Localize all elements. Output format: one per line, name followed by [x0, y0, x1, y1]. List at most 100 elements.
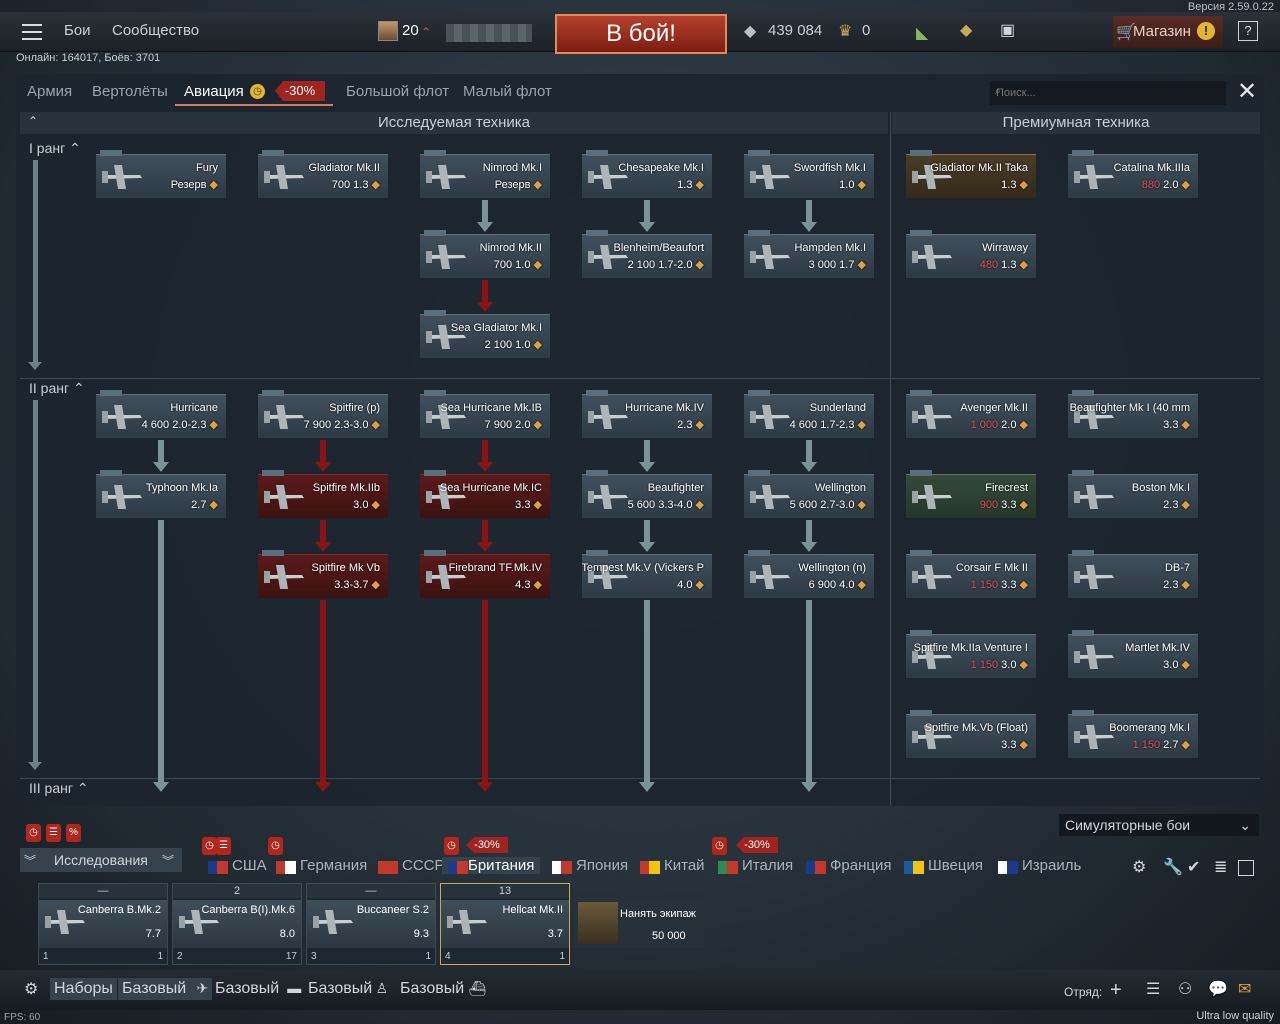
menu-battles[interactable]: Бои — [64, 22, 91, 39]
crew-vehicle-card[interactable]: Buccaneer S.2 9.3 — [307, 900, 435, 948]
vehicle-card[interactable]: Swordfish Mk.I 1.0 ◆ — [744, 154, 874, 198]
vehicle-card[interactable]: Boomerang Mk.I 1 150 2.7 ◆ — [1068, 714, 1198, 758]
tab-helicopters[interactable]: Вертолёты — [92, 83, 168, 100]
menu-icon[interactable] — [22, 24, 42, 40]
card-tab — [1072, 470, 1094, 476]
nation-tab[interactable]: Франция — [830, 857, 891, 874]
vehicle-card[interactable]: Avenger Mk.II 1 000 2.0 ◆ — [906, 394, 1036, 438]
nation-tab[interactable]: Израиль — [1022, 857, 1081, 874]
br-diamond-icon: ◆ — [371, 499, 380, 511]
preset-heli[interactable]: Базовый ♙ — [304, 978, 392, 1000]
nation-tab[interactable]: СССР — [402, 857, 445, 874]
nation-tab[interactable]: Япония — [576, 857, 628, 874]
vehicle-card[interactable]: Sea Gladiator Mk.I 2 100 1.0 ◆ — [420, 314, 550, 358]
player-name-blurred — [446, 24, 532, 42]
nation-tab[interactable]: Германия — [300, 857, 367, 874]
preset-air[interactable]: Базовый ✈ — [118, 978, 213, 1000]
discount-badge-icon: % — [66, 824, 81, 842]
tab-coastal-fleet[interactable]: Малый флот — [463, 83, 552, 100]
vehicle-card[interactable]: Firecrest 900 3.3 ◆ — [906, 474, 1036, 518]
nation-tab[interactable]: США — [232, 857, 267, 874]
vehicle-card[interactable]: Sea Hurricane Mk.IB 7 900 2.0 ◆ — [420, 394, 550, 438]
settings-gear-icon[interactable]: ⚙ — [24, 982, 38, 998]
list-icon[interactable]: ☰ — [1146, 982, 1160, 998]
vehicle-card[interactable]: Chesapeake Mk.I 1.3 ◆ — [582, 154, 712, 198]
premium-diamond-icon[interactable]: ◆ — [960, 23, 972, 39]
rank-3-label[interactable]: III ранг ⌃ — [29, 780, 89, 797]
checkbox[interactable] — [1238, 860, 1254, 876]
research-bonus-icon[interactable]: ◣ — [916, 26, 928, 42]
game-mode-select[interactable]: Симуляторные бои ⌄ — [1059, 814, 1259, 836]
nation-tab[interactable]: Швеция — [928, 857, 983, 874]
search-input[interactable] — [990, 81, 1226, 105]
to-battle-button[interactable]: В бой! — [555, 14, 727, 54]
crew-slot[interactable]: — Canberra B.Mk.2 7.7 1 1 — [38, 883, 168, 965]
crew-slot[interactable]: 13 Hellcat Mk.II 3.7 4 1 — [440, 883, 570, 965]
preset-ship[interactable]: Базовый ⛴ — [396, 978, 490, 1000]
crew-slot[interactable]: 2 Canberra B(I).Mk.6 8.0 2 17 — [172, 883, 302, 965]
vehicle-card[interactable]: Spitfire (p) 7 900 2.3-3.0 ◆ — [258, 394, 388, 438]
avatar[interactable] — [378, 21, 398, 41]
vehicle-card[interactable]: Gladiator Mk.II 700 1.3 ◆ — [258, 154, 388, 198]
vehicle-card[interactable]: Fury Резерв ◆ — [96, 154, 226, 198]
card-tab — [1072, 150, 1094, 156]
gear-icon[interactable]: ⚙ — [1132, 860, 1146, 876]
vehicle-card[interactable]: Hurricane Mk.IV 2.3 ◆ — [582, 394, 712, 438]
tab-aviation[interactable]: Авиация — [184, 83, 244, 100]
collapse-up-icon[interactable]: ⌃ — [28, 114, 38, 128]
vehicle-card[interactable]: Boston Mk.I 2.3 ◆ — [1068, 474, 1198, 518]
vehicle-card[interactable]: Wellington (n) 6 900 4.0 ◆ — [744, 554, 874, 598]
vehicle-card[interactable]: Firebrand TF.Mk.IV 4.3 ◆ — [420, 554, 550, 598]
hire-crew-button[interactable]: Нанять экипаж 50 000 — [574, 898, 704, 948]
crew-vehicle-card[interactable]: Canberra B.Mk.2 7.7 — [39, 900, 167, 948]
br-diamond-icon: ◆ — [533, 259, 542, 271]
vehicle-card[interactable]: Martlet Mk.IV 3.0 ◆ — [1068, 634, 1198, 678]
alert-icon[interactable]: ! — [1197, 22, 1215, 40]
crew-vehicle-card[interactable]: Canberra B(I).Mk.6 8.0 — [173, 900, 301, 948]
chat-icon[interactable]: 💬 — [1208, 982, 1228, 998]
crew-slot[interactable]: — Buccaneer S.2 9.3 3 1 — [306, 883, 436, 965]
coupon-icon[interactable]: ▣ — [1000, 23, 1015, 39]
vehicle-card[interactable]: Nimrod Mk.II 700 1.0 ◆ — [420, 234, 550, 278]
vehicle-card[interactable]: Blenheim/Beaufort 2 100 1.7-2.0 ◆ — [582, 234, 712, 278]
tab-army[interactable]: Армия — [27, 83, 72, 100]
nation-tab[interactable]: Китай — [664, 857, 705, 874]
tab-bluewater-fleet[interactable]: Большой флот — [346, 83, 449, 100]
vehicle-card[interactable]: Beaufighter 5 600 3.3-4.0 ◆ — [582, 474, 712, 518]
mail-icon[interactable]: ✉ — [1238, 982, 1251, 998]
vehicle-card[interactable]: Typhoon Mk.Ia 2.7 ◆ — [96, 474, 226, 518]
vehicle-card[interactable]: Wellington 5 600 2.7-3.0 ◆ — [744, 474, 874, 518]
vehicle-card[interactable]: Wirraway 480 1.3 ◆ — [906, 234, 1036, 278]
vehicle-card[interactable]: Catalina Mk.IIIa 880 2.0 ◆ — [1068, 154, 1198, 198]
rank-1-label[interactable]: I ранг ⌃ — [29, 140, 81, 157]
vehicle-card[interactable]: Sunderland 4 600 1.7-2.3 ◆ — [744, 394, 874, 438]
research-button[interactable]: Исследования — [20, 848, 182, 872]
ammo-icon[interactable]: ≣ — [1214, 860, 1227, 876]
vehicle-card[interactable]: Spitfire Mk.IIb 3.0 ◆ — [258, 474, 388, 518]
friends-icon[interactable]: ⚇ — [1178, 982, 1192, 998]
vehicle-card[interactable]: Hampden Mk.I 3 000 1.7 ◆ — [744, 234, 874, 278]
vehicle-card[interactable]: Spitfire Mk.Vb (Float) 3.3 ◆ — [906, 714, 1036, 758]
vehicle-card[interactable]: Nimrod Mk.I Резерв ◆ — [420, 154, 550, 198]
vehicle-card[interactable]: Sea Hurricane Mk.IC 3.3 ◆ — [420, 474, 550, 518]
vehicle-card[interactable]: Hurricane 4 600 2.0-2.3 ◆ — [96, 394, 226, 438]
vehicle-card[interactable]: Corsair F Mk II 1 150 3.3 ◆ — [906, 554, 1036, 598]
preset-ground[interactable]: Базовый ▬ — [211, 978, 305, 1000]
checkmark-icon[interactable]: ✔ — [1187, 860, 1200, 876]
help-icon[interactable]: ? — [1238, 21, 1258, 41]
add-icon[interactable]: + — [1110, 980, 1122, 1000]
vehicle-card[interactable]: Tempest Mk.V (Vickers P 4.0 ◆ — [582, 554, 712, 598]
vehicle-card[interactable]: DB-7 2.3 ◆ — [1068, 554, 1198, 598]
close-icon[interactable]: ✕ — [1237, 80, 1257, 104]
vehicle-card[interactable]: Spitfire Mk.IIa Venture I 1 150 3.0 ◆ — [906, 634, 1036, 678]
golden-eagle-icon[interactable]: ♛ — [838, 24, 852, 40]
vehicle-card[interactable]: Beaufighter Mk I (40 mm 3.3 ◆ — [1068, 394, 1198, 438]
wrench-icon[interactable]: 🔧 — [1163, 860, 1183, 876]
vehicle-card[interactable]: Spitfire Mk Vb 3.3-3.7 ◆ — [258, 554, 388, 598]
vehicle-card[interactable]: Gladiator Mk.II Taka 1.3 ◆ — [906, 154, 1036, 198]
menu-community[interactable]: Сообщество — [112, 22, 199, 39]
presets-button[interactable]: Наборы — [50, 978, 117, 1000]
rank-2-label[interactable]: II ранг ⌃ — [29, 380, 85, 397]
nation-tab[interactable]: Италия — [742, 857, 793, 874]
crew-vehicle-card[interactable]: Hellcat Mk.II 3.7 — [441, 900, 569, 948]
